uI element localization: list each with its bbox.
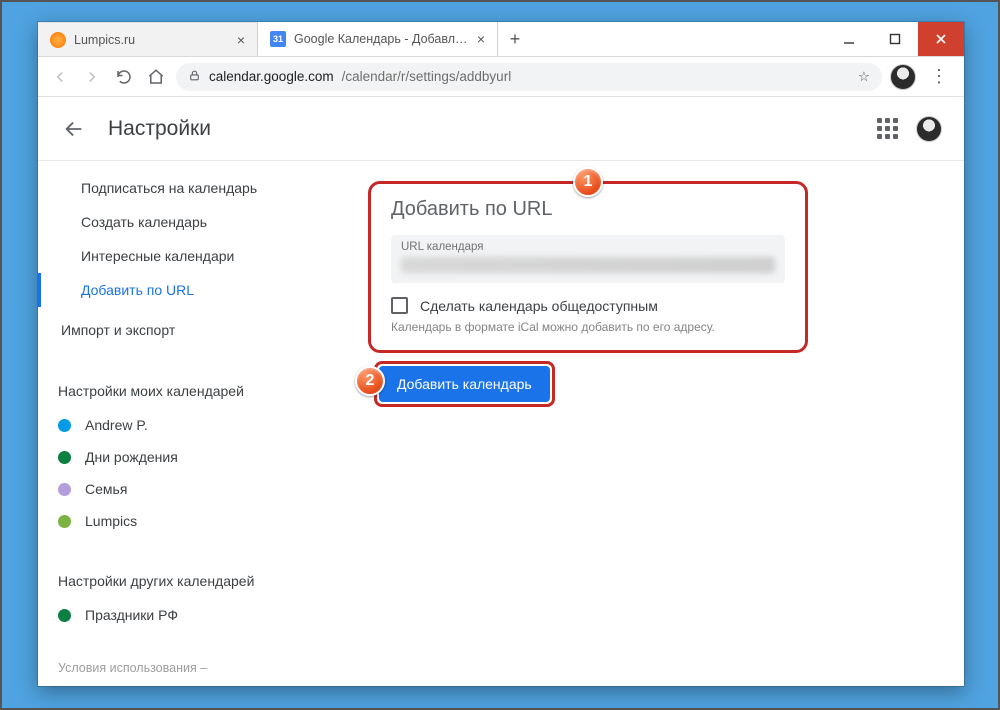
checkbox-label: Сделать календарь общедоступным [420, 298, 658, 314]
public-checkbox-row[interactable]: Сделать календарь общедоступным [391, 297, 785, 314]
settings-sidebar: Подписаться на календарь Создать календа… [38, 161, 338, 686]
browser-window: Lumpics.ru × 31 Google Календарь - Добав… [38, 22, 964, 686]
calendar-row[interactable]: Lumpics [58, 505, 318, 537]
nav-back-button[interactable] [48, 65, 72, 89]
sidebar-group-other-calendars: Настройки других календарей Праздники РФ [38, 567, 338, 631]
sidebar-item-addbyurl[interactable]: Добавить по URL [38, 273, 338, 307]
nav-forward-button[interactable] [80, 65, 104, 89]
page-title: Настройки [108, 117, 211, 141]
calendar-color-dot [58, 419, 71, 432]
sidebar-item-subscribe[interactable]: Подписаться на календарь [38, 171, 338, 205]
calendar-row[interactable]: Дни рождения [58, 441, 318, 473]
favicon-calendar: 31 [270, 31, 286, 47]
sidebar-item-import-export[interactable]: Импорт и экспорт [38, 313, 338, 347]
url-host: calendar.google.com [209, 69, 334, 84]
highlight-box-2: 2 Добавить календарь [374, 361, 555, 407]
browser-menu-button[interactable]: ⋮ [924, 66, 954, 87]
google-apps-icon[interactable] [877, 118, 898, 139]
url-input[interactable]: URL календаря [391, 235, 785, 283]
tab-lumpics[interactable]: Lumpics.ru × [38, 22, 258, 56]
calendar-row[interactable]: Семья [58, 473, 318, 505]
annotation-badge-1: 1 [573, 167, 603, 197]
annotation-badge-2: 2 [355, 366, 385, 396]
checkbox-icon[interactable] [391, 297, 408, 314]
calendar-color-dot [58, 483, 71, 496]
minimize-button[interactable] [826, 22, 872, 56]
close-icon[interactable]: × [477, 32, 485, 46]
section-heading: Добавить по URL [391, 198, 785, 221]
calendar-color-dot [58, 515, 71, 528]
tab-strip: Lumpics.ru × 31 Google Календарь - Добав… [38, 22, 964, 57]
sidebar-group-my-calendars: Настройки моих календарей Andrew P. Дни р… [38, 377, 338, 537]
sidebar-item-interesting[interactable]: Интересные календари [38, 239, 338, 273]
calendar-color-dot [58, 609, 71, 622]
url-bar: calendar.google.com/calendar/r/settings/… [38, 57, 964, 97]
back-arrow-icon[interactable] [60, 115, 88, 143]
bookmark-star-icon[interactable]: ☆ [858, 69, 870, 85]
account-avatar[interactable] [916, 116, 942, 142]
window-close-button[interactable] [918, 22, 964, 56]
tab-google-calendar[interactable]: 31 Google Календарь - Добавлени × [258, 22, 498, 56]
lock-icon [188, 69, 201, 85]
content-area: Подписаться на календарь Создать календа… [38, 161, 964, 686]
calendar-color-dot [58, 451, 71, 464]
url-input-value-blurred [401, 257, 775, 273]
home-button[interactable] [144, 65, 168, 89]
sidebar-group-title: Настройки моих календарей [58, 377, 318, 409]
new-tab-button[interactable]: + [498, 22, 532, 56]
window-controls [826, 22, 964, 56]
calendar-name: Andrew P. [85, 417, 148, 433]
omnibox[interactable]: calendar.google.com/calendar/r/settings/… [176, 63, 882, 91]
tab-title: Google Календарь - Добавлени [294, 32, 469, 46]
sidebar-item-create[interactable]: Создать календарь [38, 205, 338, 239]
calendar-name: Lumpics [85, 513, 137, 529]
calendar-name: Семья [85, 481, 127, 497]
close-icon[interactable]: × [237, 33, 245, 47]
terms-link[interactable]: Условия использования – [38, 631, 338, 675]
highlight-box-1: 1 Добавить по URL URL календаря Сделать … [368, 181, 808, 353]
add-calendar-button[interactable]: Добавить календарь [379, 366, 550, 402]
calendar-row[interactable]: Andrew P. [58, 409, 318, 441]
url-input-label: URL календаря [401, 241, 775, 253]
sidebar-group-title: Настройки других календарей [58, 567, 318, 599]
calendar-name: Праздники РФ [85, 607, 178, 623]
url-path: /calendar/r/settings/addbyurl [342, 69, 512, 84]
calendar-row[interactable]: Праздники РФ [58, 599, 318, 631]
hint-text: Календарь в формате iCal можно добавить … [391, 320, 785, 334]
app-header: Настройки [38, 97, 964, 161]
main-panel: 1 Добавить по URL URL календаря Сделать … [338, 161, 964, 686]
browser-profile-avatar[interactable] [890, 64, 916, 90]
tab-title: Lumpics.ru [74, 33, 229, 47]
favicon-lumpics [50, 32, 66, 48]
calendar-name: Дни рождения [85, 449, 178, 465]
reload-button[interactable] [112, 65, 136, 89]
maximize-button[interactable] [872, 22, 918, 56]
